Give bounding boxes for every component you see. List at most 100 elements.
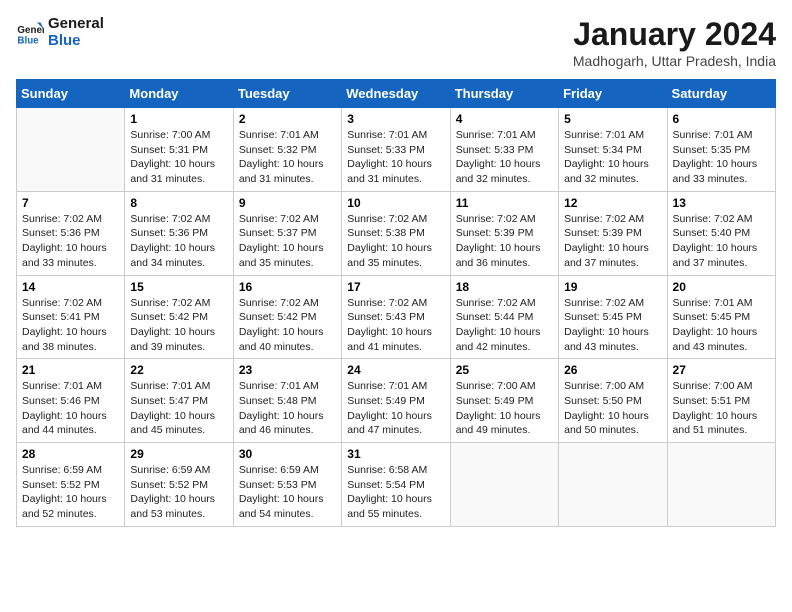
day-header-sunday: Sunday: [17, 80, 125, 108]
day-number: 31: [347, 447, 444, 461]
calendar-cell: 22 Sunrise: 7:01 AM Sunset: 5:47 PM Dayli…: [125, 359, 233, 443]
day-number: 3: [347, 112, 444, 126]
day-info: Sunrise: 7:00 AM Sunset: 5:50 PM Dayligh…: [564, 379, 661, 438]
calendar-cell: 20 Sunrise: 7:01 AM Sunset: 5:45 PM Dayli…: [667, 275, 775, 359]
day-info: Sunrise: 7:02 AM Sunset: 5:39 PM Dayligh…: [456, 212, 553, 271]
calendar-cell: 28Sunrise: 6:59 AM Sunset: 5:52 PM Dayli…: [17, 443, 125, 527]
day-info: Sunrise: 7:01 AM Sunset: 5:47 PM Dayligh…: [130, 379, 227, 438]
title-area: January 2024 Madhogarh, Uttar Pradesh, I…: [573, 16, 776, 69]
calendar-header-row: SundayMondayTuesdayWednesdayThursdayFrid…: [17, 80, 776, 108]
calendar-cell: [667, 443, 775, 527]
month-title: January 2024: [573, 16, 776, 53]
calendar-cell: 29 Sunrise: 6:59 AM Sunset: 5:52 PM Dayli…: [125, 443, 233, 527]
location-subtitle: Madhogarh, Uttar Pradesh, India: [573, 53, 776, 69]
calendar-week-1: 7 Sunrise: 7:02 AM Sunset: 5:36 PM Daylig…: [17, 191, 776, 275]
calendar-cell: 30 Sunrise: 6:59 AM Sunset: 5:53 PM Dayli…: [233, 443, 341, 527]
day-number: 29: [130, 447, 227, 461]
day-number: 9: [239, 196, 336, 210]
calendar-cell: 11Sunrise: 7:02 AM Sunset: 5:39 PM Dayli…: [450, 191, 558, 275]
day-info: Sunrise: 7:02 AM Sunset: 5:42 PM Dayligh…: [130, 296, 227, 355]
day-number: 17: [347, 280, 444, 294]
day-number: 28: [22, 447, 119, 461]
day-number: 8: [130, 196, 227, 210]
day-info: Sunrise: 7:01 AM Sunset: 5:35 PM Dayligh…: [673, 128, 770, 187]
day-info: Sunrise: 7:01 AM Sunset: 5:33 PM Dayligh…: [347, 128, 444, 187]
calendar-cell: 26 Sunrise: 7:00 AM Sunset: 5:50 PM Dayli…: [559, 359, 667, 443]
calendar-week-3: 21 Sunrise: 7:01 AM Sunset: 5:46 PM Dayli…: [17, 359, 776, 443]
day-info: Sunrise: 7:02 AM Sunset: 5:37 PM Dayligh…: [239, 212, 336, 271]
calendar-week-4: 28 Sunrise: 6:59 AM Sunset: 5:52 PM Dayli…: [17, 443, 776, 527]
day-info: Sunrise: 7:00 AM Sunset: 5:51 PM Dayligh…: [673, 379, 770, 438]
day-number: 26: [564, 363, 661, 377]
day-info: Sunrise: 7:02 AM Sunset: 5:44 PM Dayligh…: [456, 296, 553, 355]
day-info: Sunrise: 7:02 AM Sunset: 5:43 PM Dayligh…: [347, 296, 444, 355]
day-info: Sunrise: 7:02 AM Sunset: 5:45 PM Dayligh…: [564, 296, 661, 355]
day-info: Sunrise: 7:01 AM Sunset: 5:45 PM Dayligh…: [673, 296, 770, 355]
day-number: 14: [22, 280, 119, 294]
day-number: 25: [456, 363, 553, 377]
day-header-friday: Friday: [559, 80, 667, 108]
day-info: Sunrise: 6:59 AM Sunset: 5:53 PM Dayligh…: [239, 463, 336, 522]
calendar-cell: 17 Sunrise: 7:02 AM Sunset: 5:43 PM Dayli…: [342, 275, 450, 359]
day-number: 13: [673, 196, 770, 210]
day-info: Sunrise: 7:02 AM Sunset: 5:36 PM Dayligh…: [130, 212, 227, 271]
svg-text:Blue: Blue: [17, 35, 39, 46]
day-number: 30: [239, 447, 336, 461]
day-header-thursday: Thursday: [450, 80, 558, 108]
calendar-cell: 25Sunrise: 7:00 AM Sunset: 5:49 PM Dayli…: [450, 359, 558, 443]
calendar-cell: 10Sunrise: 7:02 AM Sunset: 5:38 PM Dayli…: [342, 191, 450, 275]
day-info: Sunrise: 7:01 AM Sunset: 5:48 PM Dayligh…: [239, 379, 336, 438]
calendar-cell: 23Sunrise: 7:01 AM Sunset: 5:48 PM Dayli…: [233, 359, 341, 443]
calendar-cell: 2Sunrise: 7:01 AM Sunset: 5:32 PM Daylig…: [233, 108, 341, 192]
day-number: 22: [130, 363, 227, 377]
day-number: 19: [564, 280, 661, 294]
day-info: Sunrise: 7:02 AM Sunset: 5:41 PM Dayligh…: [22, 296, 119, 355]
calendar-cell: 8 Sunrise: 7:02 AM Sunset: 5:36 PM Daylig…: [125, 191, 233, 275]
day-info: Sunrise: 7:02 AM Sunset: 5:36 PM Dayligh…: [22, 212, 119, 271]
day-header-wednesday: Wednesday: [342, 80, 450, 108]
calendar-cell: 16Sunrise: 7:02 AM Sunset: 5:42 PM Dayli…: [233, 275, 341, 359]
day-number: 7: [22, 196, 119, 210]
logo-line2: Blue: [48, 33, 104, 50]
day-info: Sunrise: 7:01 AM Sunset: 5:49 PM Dayligh…: [347, 379, 444, 438]
day-number: 5: [564, 112, 661, 126]
day-number: 12: [564, 196, 661, 210]
day-number: 1: [130, 112, 227, 126]
calendar-cell: [17, 108, 125, 192]
calendar-cell: [450, 443, 558, 527]
svg-text:General: General: [17, 25, 44, 36]
calendar-cell: 3 Sunrise: 7:01 AM Sunset: 5:33 PM Daylig…: [342, 108, 450, 192]
day-number: 10: [347, 196, 444, 210]
day-number: 20: [673, 280, 770, 294]
calendar-cell: 31Sunrise: 6:58 AM Sunset: 5:54 PM Dayli…: [342, 443, 450, 527]
day-number: 15: [130, 280, 227, 294]
calendar-cell: 27 Sunrise: 7:00 AM Sunset: 5:51 PM Dayli…: [667, 359, 775, 443]
logo: General Blue General Blue: [16, 16, 104, 49]
day-number: 21: [22, 363, 119, 377]
calendar-cell: 24 Sunrise: 7:01 AM Sunset: 5:49 PM Dayli…: [342, 359, 450, 443]
calendar-cell: 1 Sunrise: 7:00 AM Sunset: 5:31 PM Daylig…: [125, 108, 233, 192]
calendar-cell: 14 Sunrise: 7:02 AM Sunset: 5:41 PM Dayli…: [17, 275, 125, 359]
logo-line1: General: [48, 16, 104, 33]
calendar-cell: 9 Sunrise: 7:02 AM Sunset: 5:37 PM Daylig…: [233, 191, 341, 275]
day-info: Sunrise: 7:01 AM Sunset: 5:32 PM Dayligh…: [239, 128, 336, 187]
day-info: Sunrise: 7:01 AM Sunset: 5:33 PM Dayligh…: [456, 128, 553, 187]
day-info: Sunrise: 7:02 AM Sunset: 5:39 PM Dayligh…: [564, 212, 661, 271]
calendar-cell: 19 Sunrise: 7:02 AM Sunset: 5:45 PM Dayli…: [559, 275, 667, 359]
calendar-week-2: 14 Sunrise: 7:02 AM Sunset: 5:41 PM Dayli…: [17, 275, 776, 359]
day-info: Sunrise: 7:02 AM Sunset: 5:40 PM Dayligh…: [673, 212, 770, 271]
logo-icon: General Blue: [16, 19, 44, 47]
day-info: Sunrise: 7:00 AM Sunset: 5:31 PM Dayligh…: [130, 128, 227, 187]
calendar-cell: 4Sunrise: 7:01 AM Sunset: 5:33 PM Daylig…: [450, 108, 558, 192]
calendar-cell: 13 Sunrise: 7:02 AM Sunset: 5:40 PM Dayli…: [667, 191, 775, 275]
calendar-cell: 21 Sunrise: 7:01 AM Sunset: 5:46 PM Dayli…: [17, 359, 125, 443]
day-header-saturday: Saturday: [667, 80, 775, 108]
day-info: Sunrise: 7:01 AM Sunset: 5:46 PM Dayligh…: [22, 379, 119, 438]
day-info: Sunrise: 7:01 AM Sunset: 5:34 PM Dayligh…: [564, 128, 661, 187]
day-number: 27: [673, 363, 770, 377]
calendar-cell: 7 Sunrise: 7:02 AM Sunset: 5:36 PM Daylig…: [17, 191, 125, 275]
calendar-table: SundayMondayTuesdayWednesdayThursdayFrid…: [16, 79, 776, 527]
day-number: 24: [347, 363, 444, 377]
day-number: 6: [673, 112, 770, 126]
day-info: Sunrise: 6:59 AM Sunset: 5:52 PM Dayligh…: [130, 463, 227, 522]
